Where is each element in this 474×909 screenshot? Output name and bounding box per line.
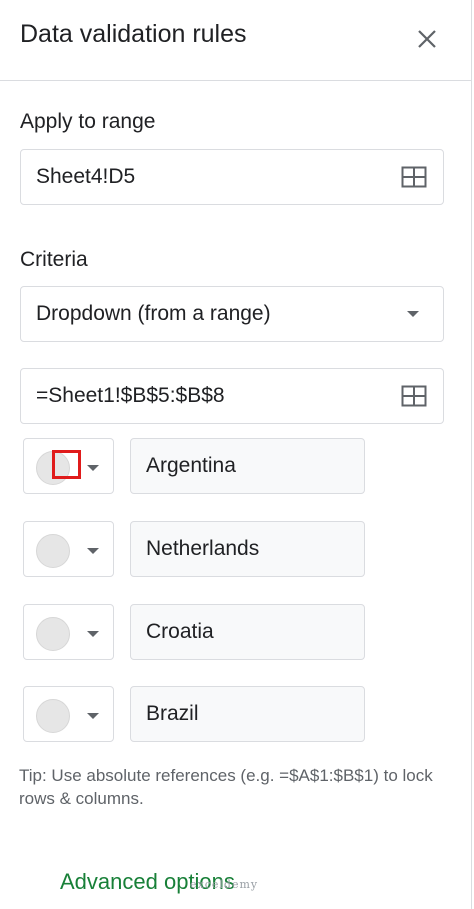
item-value: Argentina xyxy=(146,454,236,477)
item-value: Croatia xyxy=(146,620,214,643)
chevron-down-icon xyxy=(87,548,99,554)
item-value: Netherlands xyxy=(146,537,260,560)
color-picker-button[interactable] xyxy=(23,521,114,577)
list-item: Argentina xyxy=(0,438,471,496)
range-input-value: =Sheet1!$B$5:$B$8 xyxy=(36,384,225,407)
apply-range-field[interactable]: Sheet4!D5 xyxy=(20,149,444,205)
apply-range-value: Sheet4!D5 xyxy=(36,165,136,188)
criteria-selected: Dropdown (from a range) xyxy=(36,302,271,325)
item-value-field[interactable]: Croatia xyxy=(130,604,365,660)
color-swatch xyxy=(36,617,70,651)
color-swatch xyxy=(36,534,70,568)
chevron-down-icon xyxy=(87,713,99,719)
list-item: Netherlands xyxy=(0,521,471,579)
range-input-field[interactable]: =Sheet1!$B$5:$B$8 xyxy=(20,368,444,424)
item-value: Brazil xyxy=(146,702,199,725)
highlight-box xyxy=(52,450,81,479)
chevron-down-icon xyxy=(407,311,419,317)
panel-title: Data validation rules xyxy=(20,20,247,48)
list-item: Brazil xyxy=(0,686,471,744)
item-value-field[interactable]: Argentina xyxy=(130,438,365,494)
grid-icon[interactable] xyxy=(401,385,427,407)
close-button[interactable] xyxy=(410,22,444,56)
criteria-label: Criteria xyxy=(20,248,88,271)
tip-text: Tip: Use absolute references (e.g. =$A$1… xyxy=(19,766,433,808)
close-icon xyxy=(418,30,436,48)
data-validation-panel: Data validation rules Apply to range She… xyxy=(0,0,472,909)
criteria-dropdown[interactable]: Dropdown (from a range) xyxy=(20,286,444,342)
item-value-field[interactable]: Brazil xyxy=(130,686,365,742)
color-swatch xyxy=(36,699,70,733)
chevron-down-icon xyxy=(87,465,99,471)
watermark: exceldemy xyxy=(190,878,259,891)
panel-header: Data validation rules xyxy=(0,0,471,81)
grid-icon[interactable] xyxy=(401,166,427,188)
apply-to-range-label: Apply to range xyxy=(20,110,156,133)
item-value-field[interactable]: Netherlands xyxy=(130,521,365,577)
color-picker-button[interactable] xyxy=(23,604,114,660)
list-item: Croatia xyxy=(0,604,471,662)
chevron-down-icon xyxy=(87,631,99,637)
color-picker-button[interactable] xyxy=(23,686,114,742)
